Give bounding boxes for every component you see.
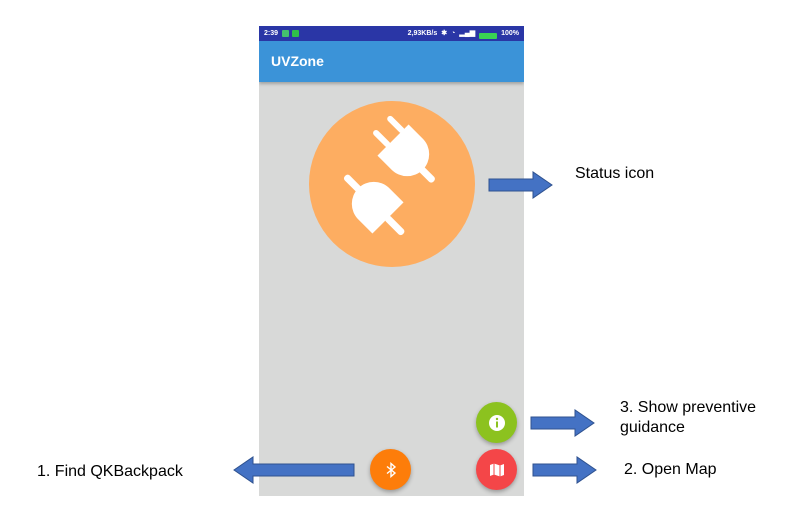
open-map-annotation: 2. Open Map (624, 461, 717, 478)
info-button[interactable] (476, 402, 517, 443)
arrow-find (233, 456, 355, 484)
battery-percent: 100% (501, 30, 519, 37)
signal-icon: ▂▄▆ (459, 30, 476, 37)
map-icon (489, 463, 504, 476)
wifi-icon: ◔ (451, 30, 456, 37)
app-title: UVZone (271, 53, 324, 69)
status-time: 2:39 (264, 30, 279, 37)
status-bar: 2:39 2,93KB/s ✱ ◔ ▂▄▆ 100% (259, 26, 524, 41)
find-backpack-annotation: 1. Find QKBackpack (37, 463, 183, 480)
open-map-button[interactable] (476, 449, 517, 490)
unplugged-icon (343, 115, 435, 236)
status-icon-annotation: Status icon (575, 165, 655, 182)
notification-icon (282, 30, 289, 37)
arrow-status (488, 171, 553, 199)
bluetooth-icon (386, 461, 396, 478)
arrow-guidance (530, 409, 595, 437)
status-right: 2,93KB/s ✱ ◔ ▂▄▆ 100% (408, 26, 519, 41)
bluetooth-status-icon: ✱ (441, 30, 448, 37)
network-speed: 2,93KB/s (407, 30, 438, 37)
info-icon (488, 414, 505, 431)
phone-screen: 2:39 2,93KB/s ✱ ◔ ▂▄▆ 100% UVZone (259, 26, 524, 496)
find-backpack-button[interactable] (370, 449, 411, 490)
guidance-annotation: 3. Show preventive guidance (620, 399, 757, 436)
arrow-map (532, 456, 597, 484)
app-bar: UVZone (259, 41, 524, 82)
notification-icon-2 (292, 30, 299, 37)
status-indicator (309, 101, 475, 267)
battery-icon (479, 32, 498, 39)
